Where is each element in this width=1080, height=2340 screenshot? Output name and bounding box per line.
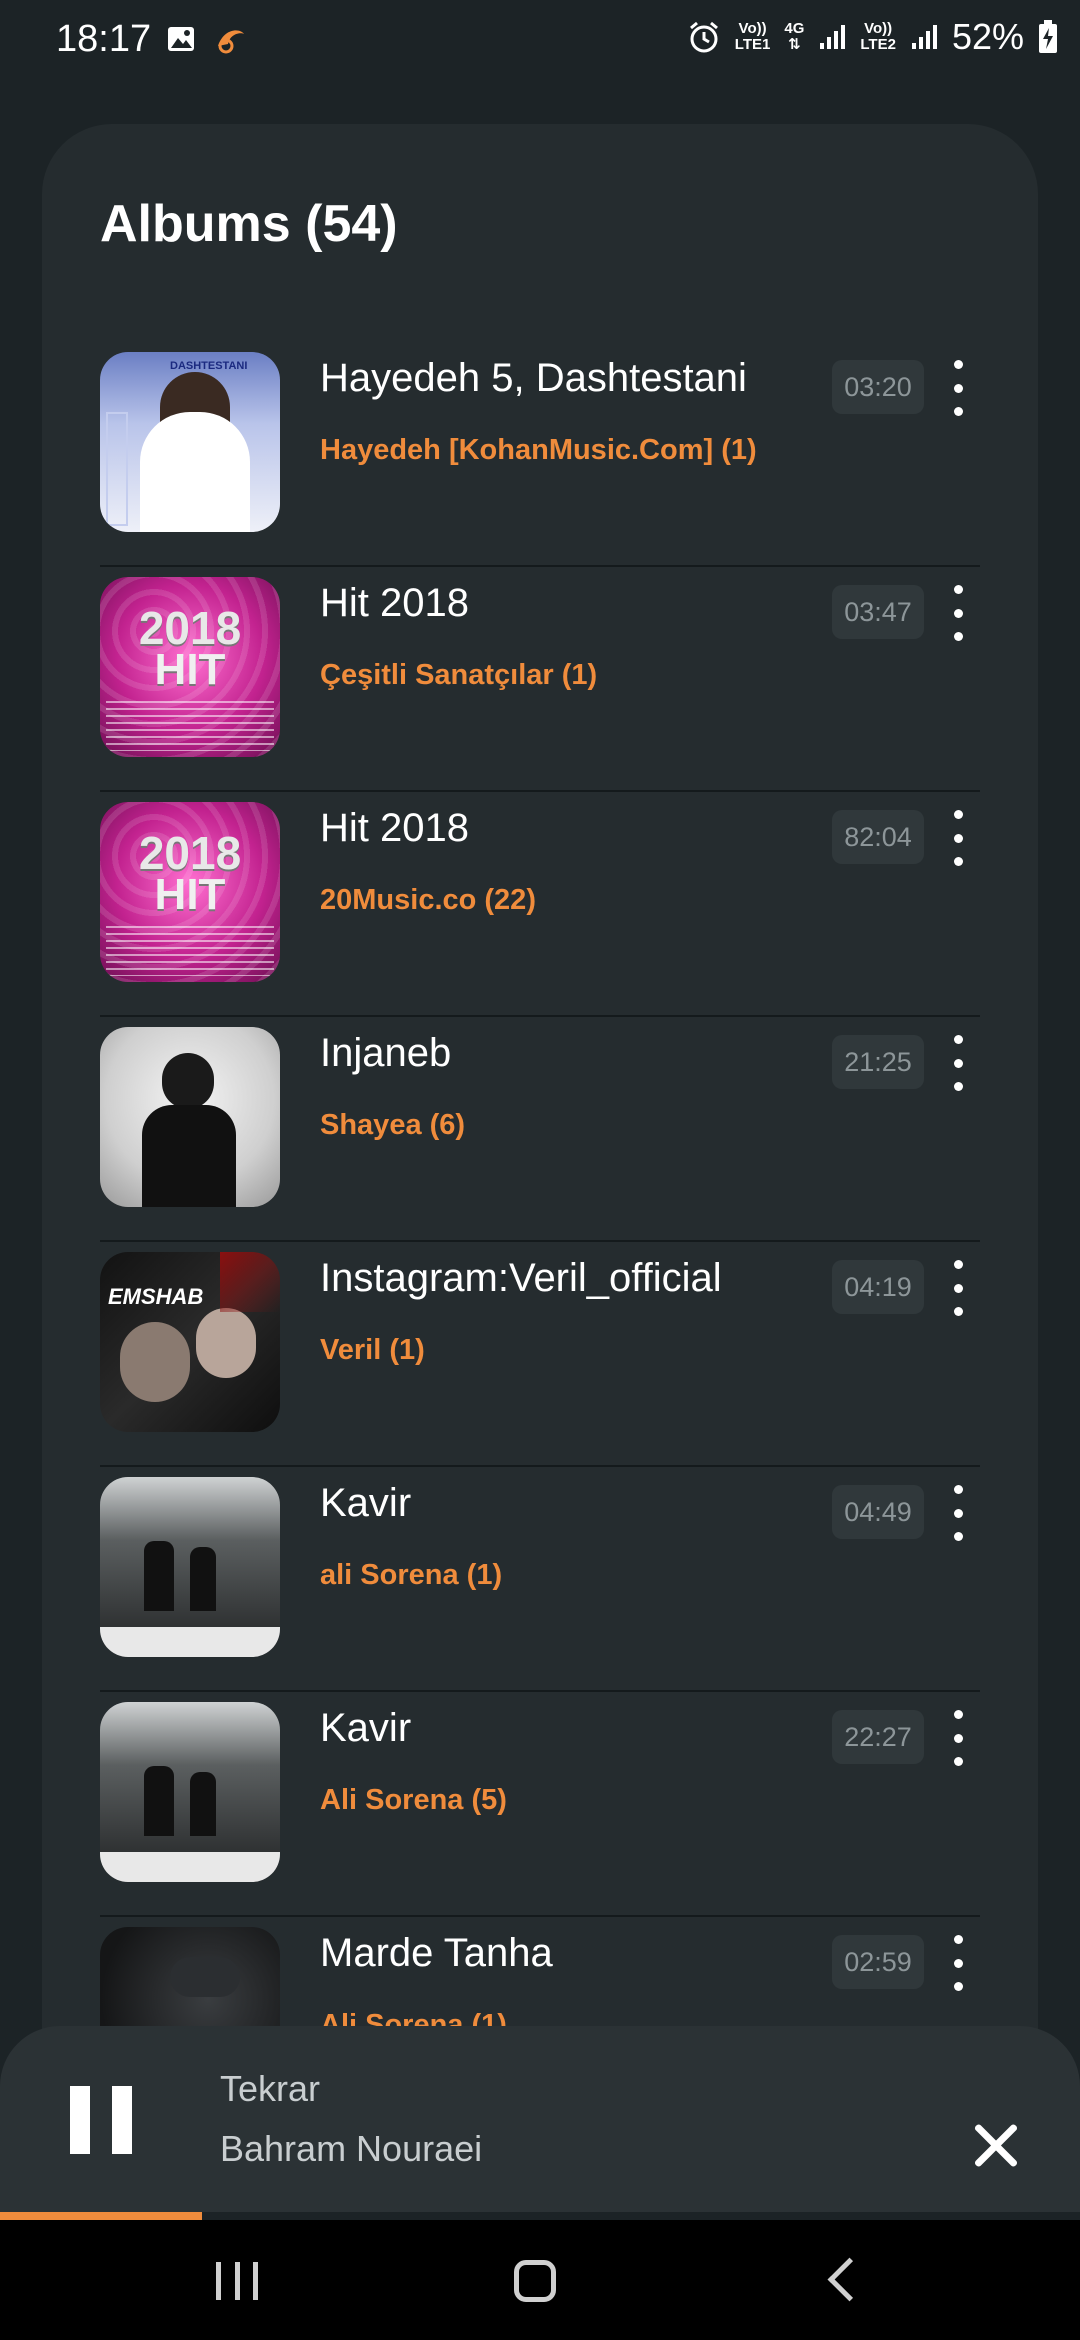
status-notification-icons [166, 24, 248, 54]
album-row[interactable]: DASHTESTANI Hayedeh 5, Dashtestani Hayedeh… [100, 342, 980, 567]
home-icon[interactable] [514, 2260, 556, 2302]
alarm-icon [689, 21, 718, 53]
more-options-icon[interactable] [946, 1710, 970, 1766]
data-arrows-icon: ⇅ [788, 36, 801, 53]
sim2-volte-label: Vo)) LTE2 [860, 21, 896, 53]
album-duration: 04:49 [832, 1485, 924, 1539]
battery-percent: 52% [951, 16, 1024, 57]
system-nav-bar [0, 2220, 1080, 2340]
network-type-text: 4G [784, 20, 805, 37]
more-options-icon[interactable] [946, 1260, 970, 1316]
more-options-icon[interactable] [946, 1935, 970, 1991]
album-artist: ali Sorena (1) [320, 1559, 503, 1591]
album-title: Kavir [320, 1481, 412, 1525]
pause-icon-bar-right [112, 2086, 132, 2154]
signal-icon-sim2 [911, 25, 937, 49]
album-row[interactable]: Injaneb Shayea (6) 21:25 [100, 1017, 980, 1242]
app-notification-icon [218, 30, 244, 54]
album-duration: 22:27 [832, 1710, 924, 1764]
sim2-label-bottom: LTE2 [860, 36, 896, 53]
playback-progress-fill [0, 2212, 202, 2220]
more-options-icon[interactable] [946, 1035, 970, 1091]
album-title: Instagram:Veril_official [320, 1256, 722, 1300]
album-art [100, 1702, 280, 1882]
album-artist: Hayedeh [KohanMusic.Com] (1) [320, 434, 757, 466]
playback-progress[interactable] [0, 2212, 1080, 2220]
album-title: Marde Tanha [320, 1931, 553, 1975]
back-icon[interactable] [827, 2257, 872, 2302]
album-title: Hayedeh 5, Dashtestani [320, 356, 747, 400]
album-artist: Shayea (6) [320, 1109, 466, 1141]
album-art [100, 1027, 280, 1207]
status-system-icons: Vo)) LTE1 4G ⇅ Vo)) LTE2 52% [687, 16, 1058, 58]
now-playing-artist: Bahram Nouraei [220, 2128, 483, 2169]
more-options-icon[interactable] [946, 360, 970, 416]
albums-card: Albums (54) DASHTESTANI Hayedeh 5, Dashte… [42, 124, 1038, 2124]
battery-charging-icon [1039, 20, 1057, 53]
album-duration: 21:25 [832, 1035, 924, 1089]
album-art: 2018 HIT [100, 577, 280, 757]
status-time: 18:17 [56, 18, 152, 60]
sim1-volte-label: Vo)) LTE1 [735, 21, 771, 53]
album-row[interactable]: 2018 HIT Hit 2018 20Music.co (22) 82:04 [100, 792, 980, 1017]
album-title: Hit 2018 [320, 581, 469, 625]
album-art: 2018 HIT [100, 802, 280, 982]
pause-button[interactable] [70, 2086, 132, 2154]
album-art [100, 1477, 280, 1657]
album-row[interactable]: Kavir ali Sorena (1) 04:49 [100, 1467, 980, 1692]
album-artist: Veril (1) [320, 1334, 425, 1366]
album-artist: Ali Sorena (5) [320, 1784, 507, 1816]
album-list[interactable]: DASHTESTANI Hayedeh 5, Dashtestani Hayedeh… [100, 342, 980, 2124]
gallery-icon [168, 27, 194, 51]
album-artist: Çeşitli Sanatçılar (1) [320, 659, 598, 691]
pause-icon-bar-left [70, 2086, 90, 2154]
album-duration: 03:20 [832, 360, 924, 414]
album-duration: 03:47 [832, 585, 924, 639]
album-row[interactable]: 2018 HIT Hit 2018 Çeşitli Sanatçılar (1) 03:… [100, 567, 980, 792]
album-title: Hit 2018 [320, 806, 469, 850]
album-title: Kavir [320, 1706, 412, 1750]
more-options-icon[interactable] [946, 810, 970, 866]
signal-icon-sim1 [820, 25, 846, 49]
more-options-icon[interactable] [946, 585, 970, 641]
album-art: EMSHAB [100, 1252, 280, 1432]
album-art: DASHTESTANI [100, 352, 280, 532]
album-artist: 20Music.co (22) [320, 884, 536, 916]
network-type-label: 4G ⇅ [784, 21, 804, 53]
status-bar: 18:17 Vo)) LTE1 4G ⇅ Vo)) LTE2 52% [0, 0, 1080, 84]
now-playing-bar[interactable]: Tekrar Bahram Nouraei [0, 2026, 1080, 2220]
album-title: Injaneb [320, 1031, 452, 1075]
album-row[interactable]: Kavir Ali Sorena (5) 22:27 [100, 1692, 980, 1917]
sim1-label-top: Vo)) [738, 20, 767, 37]
sim1-label-bottom: LTE1 [734, 36, 771, 53]
close-player-icon[interactable] [972, 2116, 1032, 2176]
now-playing-title: Tekrar [220, 2068, 321, 2109]
sim2-label-top: Vo)) [864, 20, 893, 37]
more-options-icon[interactable] [946, 1485, 970, 1541]
album-duration: 02:59 [832, 1935, 924, 1989]
recents-icon[interactable] [216, 2262, 258, 2300]
album-duration: 82:04 [832, 810, 924, 864]
album-duration: 04:19 [832, 1260, 924, 1314]
albums-title: Albums (54) [100, 195, 398, 253]
album-row[interactable]: EMSHAB Instagram:Veril_official Veril (1) 0… [100, 1242, 980, 1467]
